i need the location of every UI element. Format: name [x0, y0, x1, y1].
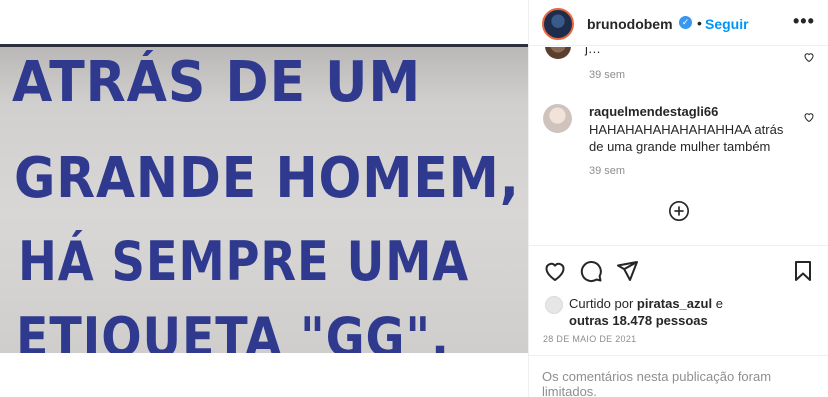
post-media[interactable]: ATRÁS DE UM GRANDE HOMEM, HÁ SEMPRE UMA …	[0, 0, 528, 397]
liker-username[interactable]: piratas_azul	[637, 296, 712, 311]
likes-summary: Curtido por piratas_azul e outras 18.478…	[529, 293, 828, 333]
like-heart-icon[interactable]	[543, 259, 567, 283]
verified-badge-icon: ✓	[679, 16, 692, 29]
save-bookmark-icon[interactable]	[791, 259, 815, 283]
comments-list[interactable]: j… 39 sem raquelmendestagli66 HAHAHAHAHA…	[529, 47, 828, 245]
likes-prefix: Curtido por	[569, 296, 637, 311]
author-avatar[interactable]	[542, 8, 574, 40]
post-side-panel: brunodobem ✓ • Seguir ••• j… 39 sem raqu…	[528, 0, 828, 397]
photo-text-line-1: ATRÁS DE UM	[12, 50, 422, 115]
photo-text-line-2: GRANDE HOMEM,	[14, 146, 520, 211]
comments-limited-notice: Os comentários nesta publicação foram li…	[529, 355, 828, 397]
comment-timestamp[interactable]: 39 sem	[589, 69, 625, 81]
more-options-icon[interactable]: •••	[793, 11, 814, 31]
comment-partial-text: j…	[585, 47, 601, 56]
follow-button[interactable]: Seguir	[705, 16, 749, 32]
comment-text: HAHAHAHAHAHAHAHHAA atrás de uma grande m…	[589, 122, 784, 154]
share-send-icon[interactable]	[615, 259, 639, 283]
liker-avatar[interactable]	[545, 296, 563, 314]
load-more-comments-plus-circle-icon[interactable]	[668, 200, 690, 222]
header-separator: •	[697, 15, 702, 31]
post-header: brunodobem ✓ • Seguir •••	[529, 0, 828, 46]
media-top-whitespace	[0, 0, 528, 44]
comment-avatar[interactable]	[545, 47, 571, 59]
comments-limited-text: Os comentários nesta publicação foram li…	[542, 369, 772, 397]
photo-text-line-3: HÁ SEMPRE UMA	[18, 230, 470, 293]
comment-bubble-icon[interactable]	[579, 259, 603, 283]
photo-top-edge	[0, 44, 528, 47]
likes-middle: e	[712, 296, 723, 311]
author-username[interactable]: brunodobem	[587, 16, 673, 32]
media-bottom-whitespace	[0, 353, 528, 397]
comment-like-heart-icon[interactable]	[803, 111, 815, 123]
post-date[interactable]: 28 DE MAIO DE 2021	[543, 334, 636, 344]
comment-timestamp[interactable]: 39 sem	[589, 165, 625, 177]
comment-avatar[interactable]	[543, 104, 572, 133]
comment-username[interactable]: raquelmendestagli66	[589, 104, 718, 119]
comment-like-heart-icon[interactable]	[803, 51, 815, 63]
post-photo[interactable]: ATRÁS DE UM GRANDE HOMEM, HÁ SEMPRE UMA …	[0, 44, 528, 353]
likes-count[interactable]: outras 18.478 pessoas	[569, 313, 708, 328]
photo-text-line-4: ETIQUETA "GG".	[16, 306, 450, 353]
post-action-bar	[529, 245, 828, 293]
likes-text[interactable]: Curtido por piratas_azul e outras 18.478…	[569, 295, 819, 329]
